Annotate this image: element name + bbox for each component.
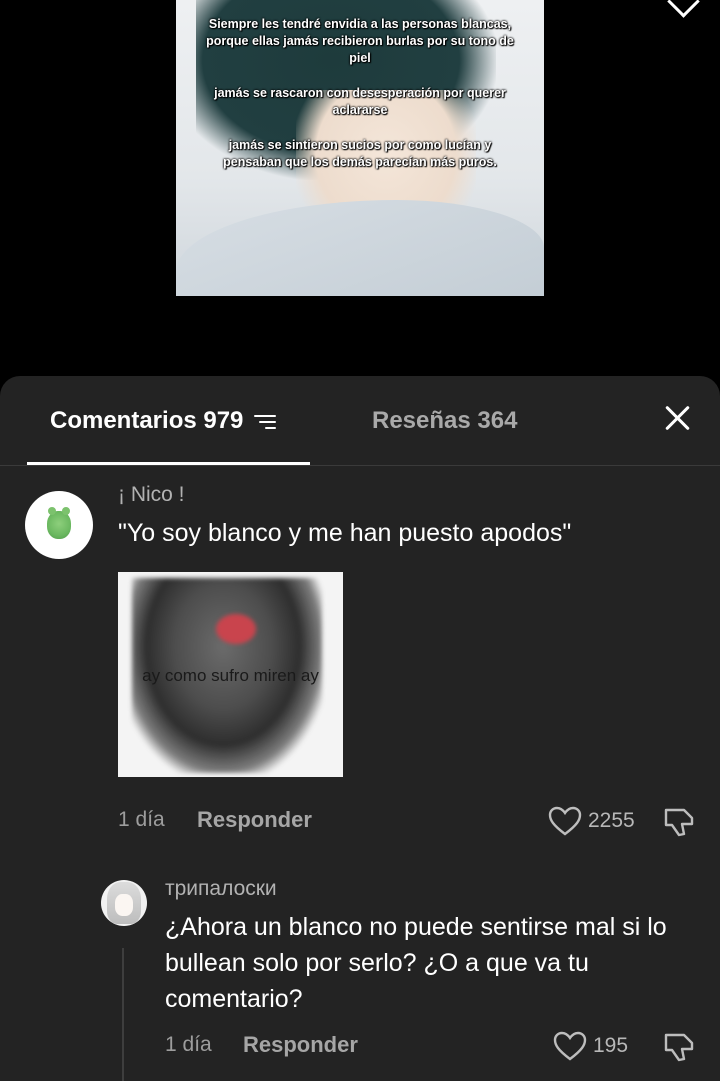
reply-button[interactable]: Responder xyxy=(197,807,312,833)
avatar-face xyxy=(115,894,133,916)
overlay-line-2: jamás se rascaron con desesperación por … xyxy=(214,86,506,117)
comment-image[interactable]: ay como sufro miren ay xyxy=(118,572,343,777)
tab-reviews[interactable]: Reseñas 364 xyxy=(372,406,517,436)
video-thumbnail: Siempre les tendré envidia a las persona… xyxy=(176,0,544,296)
like-count: 2255 xyxy=(588,809,635,832)
thread-line xyxy=(122,948,124,1081)
video-player[interactable]: Siempre les tendré envidia a las persona… xyxy=(0,0,720,380)
close-icon[interactable] xyxy=(664,404,692,432)
heart-icon xyxy=(553,1031,587,1061)
tab-comments-label: Comentarios 979 xyxy=(50,407,244,434)
overlay-line-3: jamás se sintieron sucios por como lucía… xyxy=(223,138,497,169)
overlay-line-1: Siempre les tendré envidia a las persona… xyxy=(206,17,514,65)
comment-username[interactable]: ¡ Nico ! xyxy=(118,483,185,507)
like-button[interactable]: 2255 xyxy=(548,806,635,836)
reply-time: 1 día xyxy=(165,1033,212,1056)
avatar[interactable] xyxy=(101,880,147,926)
avatar[interactable] xyxy=(25,491,93,559)
heart-icon xyxy=(548,806,582,836)
tab-divider xyxy=(0,465,720,466)
thumbnail-shirt xyxy=(176,200,544,296)
meme-caption: ay como sufro miren ay xyxy=(142,666,319,685)
reply-username[interactable]: трипалоски xyxy=(165,877,277,901)
reply-button[interactable]: Responder xyxy=(243,1032,358,1058)
filter-icon[interactable] xyxy=(254,413,277,431)
tab-bar: Comentarios 979 Reseñas 364 xyxy=(0,376,720,466)
chevron-icon xyxy=(667,0,700,18)
dislike-icon[interactable] xyxy=(662,1031,696,1063)
tab-reviews-label: Reseñas 364 xyxy=(372,407,518,434)
cat-mouth xyxy=(216,614,256,644)
like-button[interactable]: 195 xyxy=(553,1031,628,1061)
comment-time: 1 día xyxy=(118,808,165,831)
comments-sheet: Comentarios 979 Reseñas 364 ¡ Nico ! "Yo… xyxy=(0,376,720,1081)
like-count: 195 xyxy=(593,1034,629,1057)
comment-text: "Yo soy blanco y me han puesto apodos" xyxy=(118,519,572,547)
reply-text: ¿Ahora un blanco no puede sentirse mal s… xyxy=(165,913,667,1013)
frog-avatar-icon xyxy=(47,507,71,539)
dislike-icon[interactable] xyxy=(662,806,696,838)
video-overlay-text: Siempre les tendré envidia a las persona… xyxy=(176,16,544,189)
tab-comments[interactable]: Comentarios 979 xyxy=(50,406,277,436)
